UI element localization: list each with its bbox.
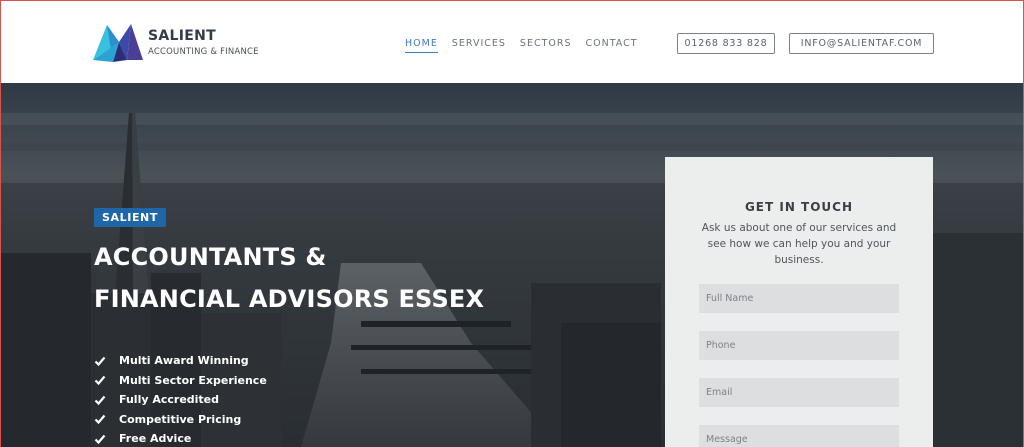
feature-label: Multi Sector Experience — [119, 373, 267, 387]
hero-headline-line1: ACCOUNTANTS & — [94, 243, 327, 271]
list-item: Multi Award Winning — [94, 351, 267, 371]
nav-item-services[interactable]: SERVICES — [452, 38, 506, 53]
hero-badge: SALIENT — [94, 208, 166, 227]
phone-input[interactable] — [699, 331, 899, 360]
list-item: Fully Accredited — [94, 390, 267, 410]
main-nav: HOME SERVICES SECTORS CONTACT — [405, 38, 652, 53]
list-item: Multi Sector Experience — [94, 371, 267, 391]
email-button[interactable]: INFO@SALIENTAF.COM — [789, 33, 934, 54]
feature-label: Competitive Pricing — [119, 412, 242, 426]
check-icon — [94, 376, 106, 386]
email-input[interactable] — [699, 378, 899, 407]
brand-name: SALIENT — [148, 28, 216, 44]
hero-headline-line2: FINANCIAL ADVISORS ESSEX — [94, 285, 485, 313]
nav-item-contact[interactable]: CONTACT — [586, 38, 638, 53]
hero-section: SALIENT ACCOUNTANTS & FINANCIAL ADVISORS… — [1, 83, 1023, 447]
phone-button[interactable]: 01268 833 828 — [677, 33, 775, 54]
feature-list: Multi Award Winning Multi Sector Experie… — [94, 351, 267, 447]
check-icon — [94, 434, 106, 444]
contact-form-card: GET IN TOUCH Ask us about one of our ser… — [665, 157, 933, 447]
feature-label: Fully Accredited — [119, 393, 220, 407]
salient-logo-icon[interactable] — [93, 22, 143, 64]
message-input[interactable] — [699, 425, 899, 447]
check-icon — [94, 356, 106, 366]
list-item: Free Advice — [94, 429, 267, 447]
check-icon — [94, 415, 106, 425]
check-icon — [94, 395, 106, 405]
feature-label: Free Advice — [119, 432, 192, 446]
site-header: SALIENT ACCOUNTING & FINANCE HOME SERVIC… — [1, 1, 1023, 83]
feature-label: Multi Award Winning — [119, 354, 249, 368]
list-item: Competitive Pricing — [94, 410, 267, 430]
nav-item-home[interactable]: HOME — [405, 38, 438, 53]
brand-subtitle: ACCOUNTING & FINANCE — [148, 47, 259, 57]
full-name-input[interactable] — [699, 284, 899, 313]
contact-form-description: Ask us about one of our services and see… — [701, 222, 897, 266]
nav-item-sectors[interactable]: SECTORS — [520, 38, 572, 53]
contact-form-title: GET IN TOUCH — [744, 200, 854, 214]
